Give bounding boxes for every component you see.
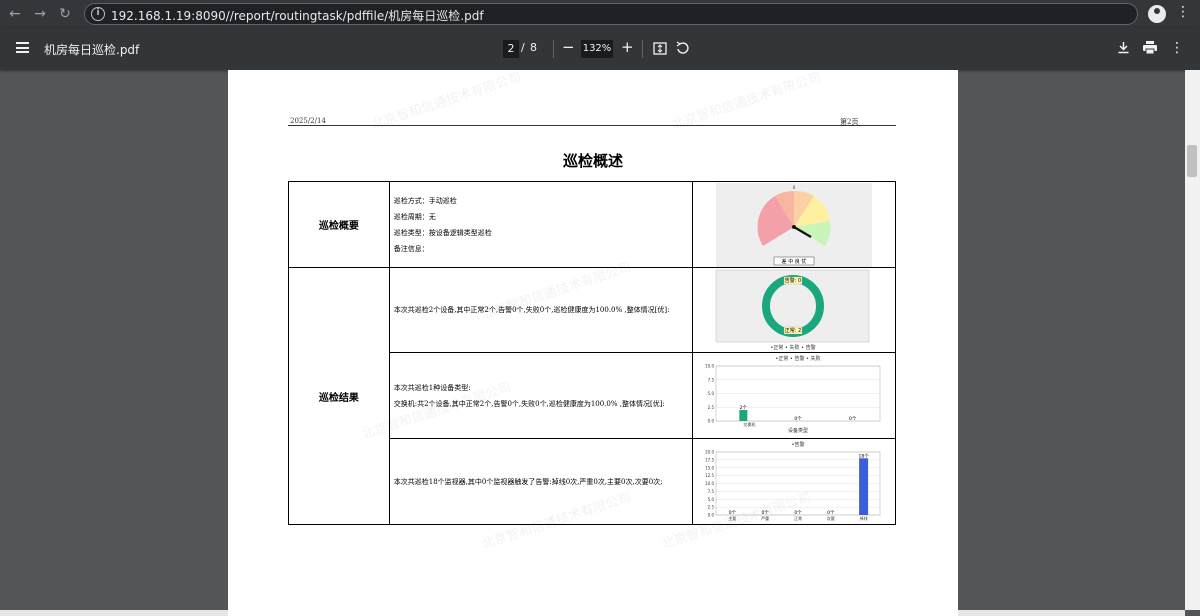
bar-cell-devices: •正常 • 告警 • 失败 0.0 2.5 5.0 7.5 10.0 2个 0个 0个交换机设备… bbox=[692, 352, 896, 439]
y-tick-label: 2.5 bbox=[708, 404, 715, 409]
pie-label: 正常: 2 bbox=[785, 327, 801, 334]
summary-line: 巡检类型：按设备逻辑类型巡检 bbox=[393, 228, 492, 237]
scrollbar-thumb[interactable] bbox=[1187, 145, 1197, 177]
x-tick-label: 严重 bbox=[761, 515, 769, 521]
chart-title: •正常 • 告警 • 失败 bbox=[775, 355, 820, 362]
section-title: 巡检概述 bbox=[562, 152, 623, 170]
url-text[interactable]: 192.168.1.19:8090//report/routingtask/pd… bbox=[111, 7, 484, 24]
y-tick-label: 10.0 bbox=[705, 363, 714, 368]
status-pie-chart: 告警: 0 正常: 2 •正常 • 失败 • 告警 bbox=[715, 269, 870, 351]
site-info-icon[interactable]: i bbox=[91, 7, 105, 21]
device-type-bar-chart: •正常 • 告警 • 失败 0.0 2.5 5.0 7.5 10.0 2个 0个 0个交换机设备… bbox=[705, 355, 881, 434]
y-tick-label: 2.5 bbox=[708, 504, 715, 509]
y-tick-label: 7.5 bbox=[708, 377, 715, 382]
x-tick-label: 掉线 bbox=[860, 515, 868, 521]
forward-icon[interactable]: → bbox=[31, 5, 49, 23]
y-tick-label: 5.0 bbox=[708, 391, 715, 396]
pdf-page: 北京智和信通技术有限公司 北京智和信通技术有限公司 北京智和信通技术有限公司 北… bbox=[228, 70, 958, 616]
x-tick-label: 次要 bbox=[827, 515, 835, 521]
pie-cell: 告警: 0 正常: 2 •正常 • 失败 • 告警 bbox=[692, 267, 896, 353]
gauge-top-value: 0 bbox=[793, 185, 796, 190]
result-line: 交换机:共2个设备,其中正常2个,告警0个,失败0个,巡检健康度为100.0% … bbox=[393, 399, 665, 408]
inspection-table: 巡检概要 巡检方式：手动巡检 巡检周期：无 巡检类型：按设备逻辑类型巡检 备注信… bbox=[288, 181, 896, 525]
toolbar-divider bbox=[642, 40, 643, 58]
alarm-bar-chart: •告警0.02.55.07.510.012.515.017.520.00个主要0… bbox=[705, 441, 881, 521]
bar-value-label: 2个 bbox=[740, 405, 748, 411]
page-number-input[interactable]: 2 bbox=[503, 40, 519, 58]
pie-legend: •正常 • 失败 • 告警 bbox=[770, 344, 815, 351]
menu-icon[interactable] bbox=[16, 42, 29, 53]
download-icon[interactable] bbox=[1117, 41, 1130, 54]
table-row: 巡检结果 本次共巡检2个设备,其中正常2个,告警0个,失败0个,巡检健康度为10… bbox=[288, 267, 896, 525]
gauge-label: 差 中 良 优 bbox=[782, 258, 807, 265]
y-tick-label: 0.0 bbox=[708, 512, 715, 517]
y-tick-label: 20.0 bbox=[705, 449, 714, 454]
watermark: 北京智和信通技术有限公司 bbox=[370, 70, 524, 133]
fit-page-icon[interactable] bbox=[653, 42, 667, 55]
y-tick-label: 12.5 bbox=[705, 473, 714, 478]
profile-icon[interactable] bbox=[1148, 5, 1166, 23]
y-tick-label: 15.0 bbox=[705, 465, 714, 470]
bar-cell-alarms: •告警 0.0 2.5 5.0 7.5 10.0 12.5 15.0 17.5 20.0 0个 主要 0… bbox=[692, 438, 896, 525]
more-actions-icon[interactable]: ⋮ bbox=[1170, 39, 1184, 57]
bar-value-label: 18个 bbox=[858, 453, 869, 459]
zoom-out-button[interactable]: − bbox=[562, 38, 575, 56]
bar-掉线 bbox=[859, 457, 869, 515]
back-icon[interactable]: ← bbox=[6, 5, 24, 23]
result-text-devices: 本次共巡检2个设备,其中正常2个,告警0个,失败0个,巡检健康度为100.0% … bbox=[388, 267, 694, 353]
bar-正常 bbox=[739, 409, 748, 421]
zoom-in-button[interactable]: + bbox=[621, 38, 634, 56]
result-text-types: 本次共巡检1种设备类型: 交换机:共2个设备,其中正常2个,告警0个,失败0个,… bbox=[388, 352, 694, 439]
address-bar[interactable]: i 192.168.1.19:8090//report/routingtask/… bbox=[84, 3, 1138, 25]
summary-text: 巡检方式：手动巡检 巡检周期：无 巡检类型：按设备逻辑类型巡检 备注信息： bbox=[388, 181, 694, 268]
table-row: 巡检概要 巡检方式：手动巡检 巡检周期：无 巡检类型：按设备逻辑类型巡检 备注信… bbox=[288, 181, 896, 268]
result-text-monitors: 本次共巡检18个监视器,其中0个监视器触发了告警:掉线0次,严重0次,主要0次,… bbox=[388, 438, 694, 525]
summary-line: 备注信息： bbox=[393, 244, 429, 253]
watermark: 北京智和信通技术有限公司 bbox=[670, 70, 824, 133]
header-divider bbox=[288, 125, 896, 126]
y-tick-label: 10.0 bbox=[705, 481, 714, 486]
summary-line: 巡检周期：无 bbox=[393, 212, 436, 221]
toolbar-divider bbox=[553, 40, 554, 58]
category-results: 巡检结果 bbox=[288, 267, 390, 525]
browser-menu-icon[interactable]: ⋮ bbox=[1176, 4, 1190, 20]
rotate-icon[interactable] bbox=[675, 41, 689, 55]
chart-title: •告警 bbox=[792, 441, 805, 448]
y-tick-label: 0.0 bbox=[708, 418, 715, 423]
pie-label: 告警: 0 bbox=[785, 277, 801, 284]
bar-value-label: 0个 bbox=[794, 416, 802, 422]
document-title: 机房每日巡检.pdf bbox=[44, 43, 140, 57]
result-line: 本次共巡检1种设备类型: bbox=[393, 383, 471, 392]
x-tick-label: 主要 bbox=[728, 515, 736, 521]
y-tick-label: 7.5 bbox=[708, 488, 715, 493]
summary-line: 巡检方式：手动巡检 bbox=[393, 196, 457, 205]
x-tick-label: 正常 bbox=[794, 515, 802, 521]
zoom-input[interactable]: 132% bbox=[581, 40, 613, 58]
browser-toolbar: ← → ↻ i 192.168.1.19:8090//report/routin… bbox=[0, 0, 1200, 28]
gauge-cell: 0 差 中 良 优 bbox=[692, 181, 896, 268]
health-gauge: 0 差 中 良 优 bbox=[716, 182, 872, 267]
x-axis-label: 设备类型 bbox=[788, 427, 808, 434]
y-tick-label: 5.0 bbox=[708, 496, 715, 501]
y-tick-label: 17.5 bbox=[705, 457, 714, 462]
page-separator: / bbox=[521, 41, 525, 54]
category-summary: 巡检概要 bbox=[288, 181, 390, 268]
report-date: 2025/2/14 bbox=[290, 117, 326, 125]
x-tick-label: 交换机 bbox=[743, 421, 755, 427]
page-total: 8 bbox=[530, 41, 537, 54]
reload-icon[interactable]: ↻ bbox=[56, 5, 74, 23]
print-icon[interactable] bbox=[1143, 41, 1157, 54]
pdf-toolbar: 机房每日巡检.pdf 2 / 8 − 132% + ⋮ bbox=[0, 28, 1200, 70]
bar-value-label: 0个 bbox=[849, 416, 857, 422]
